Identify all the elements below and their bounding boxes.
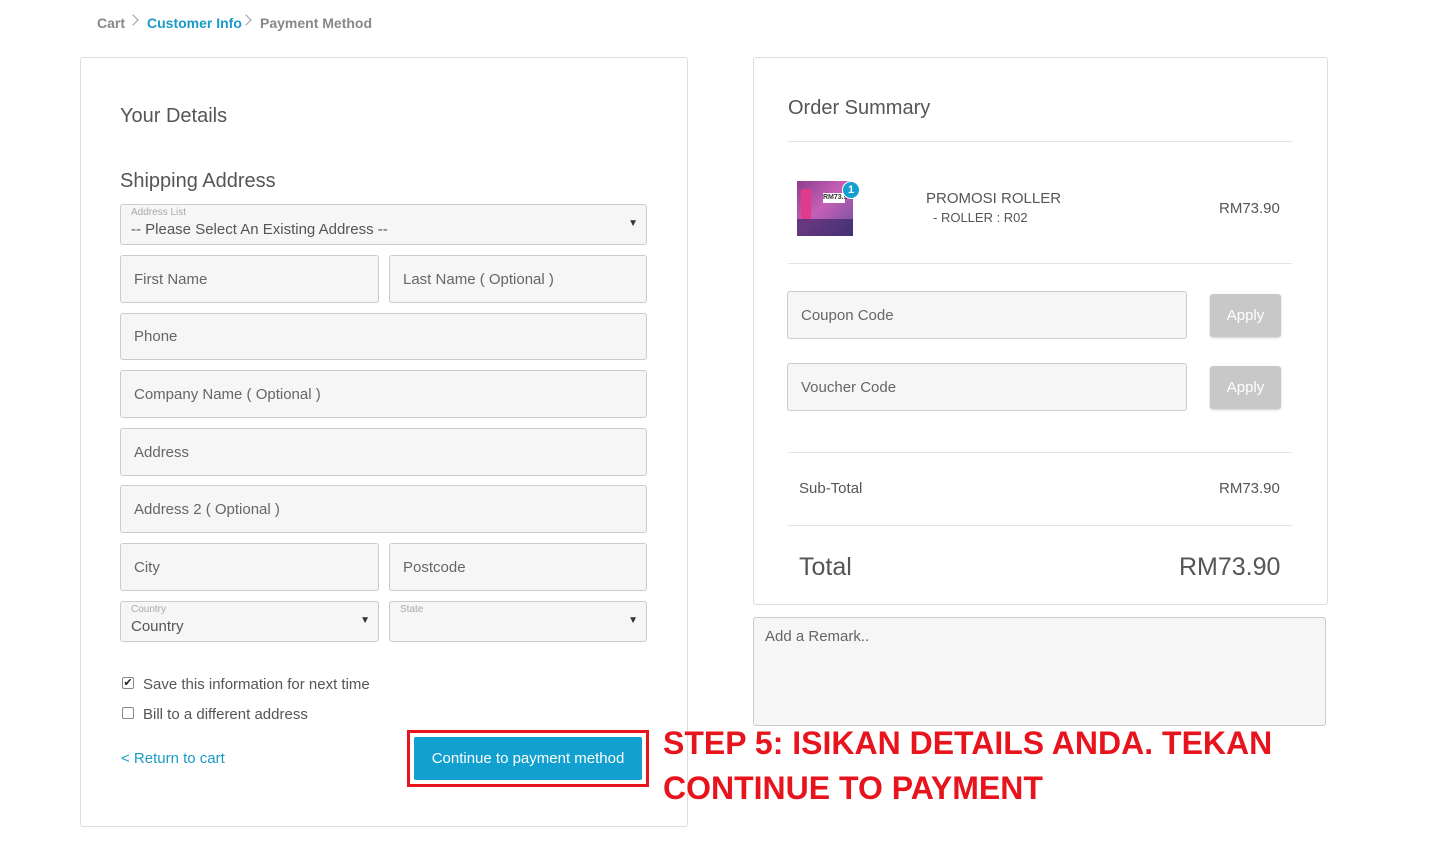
quantity-badge: 1 [842, 181, 860, 199]
dropdown-arrow-icon: ▼ [628, 615, 638, 626]
bill-different-checkbox[interactable] [122, 707, 134, 719]
coupon-code-field[interactable] [787, 291, 1187, 339]
state-label: State [400, 604, 424, 615]
country-select[interactable]: Country Country ▼ [120, 601, 379, 642]
chevron-right-icon [240, 14, 252, 26]
dropdown-arrow-icon: ▼ [360, 615, 370, 626]
address-list-select[interactable]: Address List -- Please Select An Existin… [120, 204, 647, 245]
continue-to-payment-button[interactable]: Continue to payment method [414, 737, 642, 780]
state-select[interactable]: State ▼ [389, 601, 647, 642]
postcode-field[interactable] [389, 543, 647, 591]
shipping-address-title: Shipping Address [120, 170, 276, 192]
save-info-checkbox[interactable]: ✔ [122, 677, 134, 689]
save-info-label: Save this information for next time [143, 676, 370, 693]
your-details-title: Your Details [120, 105, 228, 127]
city-field[interactable] [120, 543, 379, 591]
bill-different-label: Bill to a different address [143, 706, 308, 723]
last-name-field[interactable] [389, 255, 647, 303]
subtotal-label: Sub-Total [799, 480, 863, 497]
product-image-banner [797, 219, 853, 236]
dropdown-arrow-icon: ▼ [628, 218, 638, 229]
step-annotation-line1: STEP 5: ISIKAN DETAILS ANDA. TEKAN [663, 725, 1273, 761]
remark-textarea[interactable] [753, 617, 1326, 726]
breadcrumb-cart[interactable]: Cart [97, 15, 125, 31]
phone-field[interactable] [120, 313, 647, 360]
divider [788, 263, 1292, 264]
subtotal-value: RM73.90 [1219, 480, 1280, 497]
product-image-roller [801, 189, 811, 219]
return-to-cart-link[interactable]: < Return to cart [121, 750, 225, 767]
country-value: Country [131, 618, 184, 635]
product-name: PROMOSI ROLLER [926, 190, 1062, 207]
address-list-label: Address List [131, 207, 187, 218]
total-label: Total [799, 553, 852, 581]
divider [788, 525, 1292, 526]
thumb-price-tag: RM73.90 [823, 193, 852, 203]
apply-voucher-button[interactable]: Apply [1210, 366, 1281, 409]
first-name-field[interactable] [120, 255, 379, 303]
address-list-value: -- Please Select An Existing Address -- [131, 221, 388, 238]
country-label: Country [131, 604, 167, 615]
voucher-code-field[interactable] [787, 363, 1187, 411]
product-price: RM73.90 [1219, 200, 1280, 217]
divider [788, 452, 1292, 453]
total-value: RM73.90 [1179, 553, 1281, 581]
chevron-right-icon [127, 14, 139, 26]
order-summary-title: Order Summary [788, 97, 931, 119]
apply-coupon-button[interactable]: Apply [1210, 294, 1281, 337]
product-variant: - ROLLER : R02 [933, 210, 1028, 225]
divider [788, 141, 1292, 142]
breadcrumb-customer-info[interactable]: Customer Info [147, 15, 242, 31]
breadcrumb-payment-method[interactable]: Payment Method [260, 15, 372, 31]
address2-field[interactable] [120, 485, 647, 533]
step-annotation-line2: CONTINUE TO PAYMENT [663, 770, 1043, 806]
address-field[interactable] [120, 428, 647, 476]
company-name-field[interactable] [120, 370, 647, 418]
